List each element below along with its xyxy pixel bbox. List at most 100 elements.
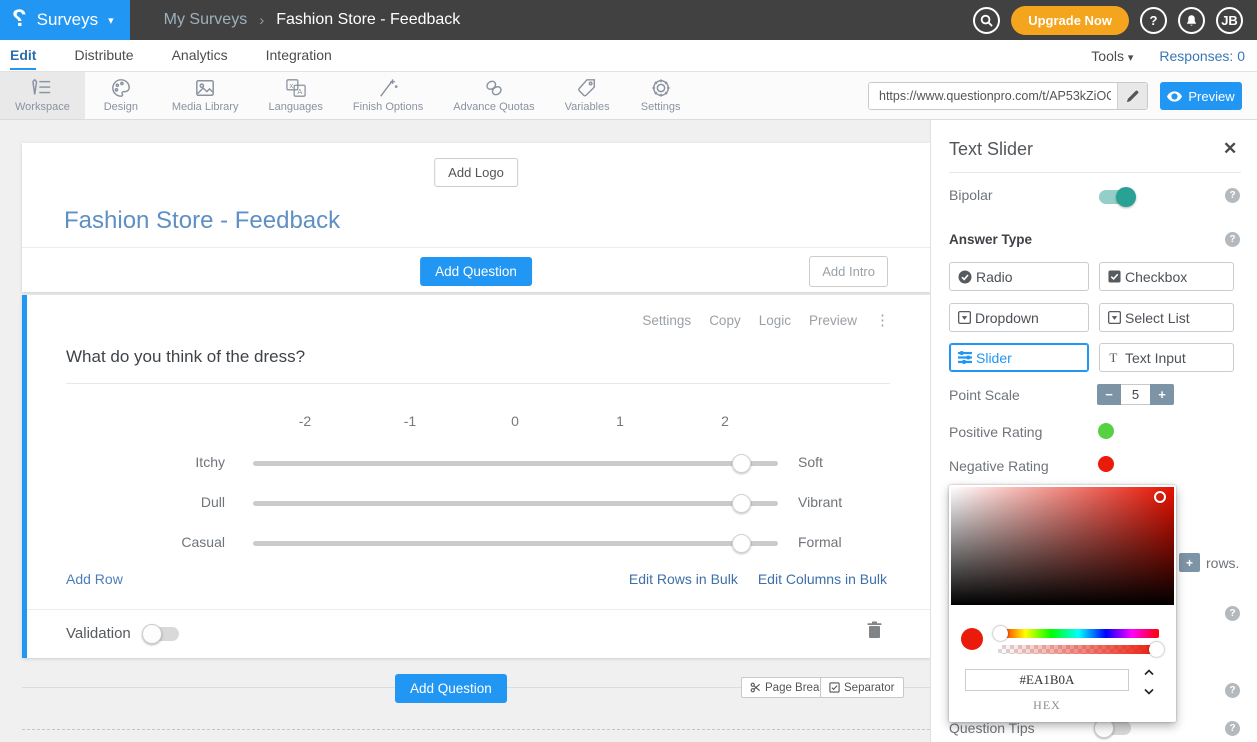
point-scale-stepper: − 5 + — [1097, 384, 1174, 405]
magic-wand-icon — [377, 78, 399, 98]
toolbar-item-label: Settings — [641, 101, 681, 113]
chevron-down-icon: ▾ — [1128, 52, 1134, 64]
preview-button[interactable]: Preview — [1160, 82, 1242, 110]
toolbar-item-media-library[interactable]: Media Library — [157, 72, 254, 119]
question-actions: Settings Copy Logic Preview ⋮ — [642, 313, 890, 328]
alpha-slider[interactable] — [998, 645, 1159, 654]
help-icon[interactable]: ? — [1225, 188, 1240, 203]
help-icon[interactable]: ? — [1225, 683, 1240, 698]
avatar[interactable]: JB — [1216, 7, 1243, 34]
answer-type-select-list[interactable]: Select List — [1099, 303, 1234, 332]
toolbar-item-languages[interactable]: xA Languages — [253, 72, 337, 119]
tools-menu[interactable]: Tools ▾ — [1091, 48, 1133, 64]
responses-count[interactable]: Responses: 0 — [1159, 48, 1245, 64]
hue-slider-handle[interactable] — [993, 626, 1008, 641]
survey-title[interactable]: Fashion Store - Feedback — [64, 207, 340, 235]
notifications-button[interactable] — [1178, 7, 1205, 34]
close-icon[interactable]: ✕ — [1223, 139, 1237, 159]
help-icon[interactable]: ? — [1225, 606, 1240, 621]
question-logic-link[interactable]: Logic — [759, 313, 791, 328]
answer-type-radio[interactable]: Radio — [949, 262, 1089, 291]
slider-track[interactable] — [253, 541, 778, 546]
validation-toggle[interactable] — [145, 627, 179, 641]
answer-type-text-input[interactable]: T Text Input — [1099, 343, 1234, 372]
toolbar-item-design[interactable]: Design — [85, 72, 157, 119]
toolbar-item-label: Advance Quotas — [453, 101, 534, 113]
question-settings-link[interactable]: Settings — [642, 313, 691, 328]
separator-button[interactable]: Separator — [820, 677, 904, 698]
question-tips-label: Question Tips — [949, 720, 1097, 736]
edit-rows-in-bulk-link[interactable]: Edit Rows in Bulk — [629, 571, 738, 587]
color-format-toggle[interactable] — [1141, 669, 1157, 695]
toolbar-item-workspace[interactable]: Workspace — [0, 72, 85, 119]
scale-label: 1 — [616, 413, 624, 429]
answer-type-label-text: Radio — [976, 269, 1013, 285]
question-text[interactable]: What do you think of the dress? — [66, 347, 305, 367]
slider-handle[interactable] — [732, 494, 751, 513]
positive-rating-label: Positive Rating — [949, 424, 1042, 440]
search-button[interactable] — [973, 7, 1000, 34]
help-button[interactable]: ? — [1140, 7, 1167, 34]
slider-track[interactable] — [253, 461, 778, 466]
toolbar-item-settings[interactable]: Settings — [625, 72, 697, 119]
tab-integration[interactable]: Integration — [266, 41, 332, 70]
hex-color-input[interactable] — [965, 669, 1129, 691]
question-preview-link[interactable]: Preview — [809, 313, 857, 328]
tab-distribute[interactable]: Distribute — [74, 41, 133, 70]
saturation-area[interactable] — [951, 487, 1174, 605]
help-icon[interactable]: ? — [1225, 232, 1240, 247]
bipolar-toggle[interactable] — [1099, 190, 1133, 204]
positive-rating-color-swatch[interactable] — [1098, 423, 1114, 439]
edit-url-button[interactable] — [1117, 83, 1147, 109]
question-tips-toggle[interactable] — [1097, 721, 1131, 735]
delete-question-button[interactable] — [867, 621, 882, 639]
saturation-cursor[interactable] — [1154, 491, 1166, 503]
add-logo-button[interactable]: Add Logo — [434, 158, 518, 187]
point-scale-value[interactable]: 5 — [1121, 384, 1150, 405]
divider — [949, 172, 1241, 173]
divider — [66, 383, 890, 384]
survey-nav: Edit Distribute Analytics Integration To… — [0, 40, 1257, 72]
answer-type-checkbox[interactable]: Checkbox — [1099, 262, 1234, 291]
answer-type-dropdown[interactable]: Dropdown — [949, 303, 1089, 332]
negative-rating-color-swatch[interactable] — [1098, 456, 1114, 472]
add-intro-button[interactable]: Add Intro — [809, 256, 888, 287]
question-copy-link[interactable]: Copy — [709, 313, 741, 328]
dropdown-icon — [958, 311, 971, 324]
toolbar-item-advance-quotas[interactable]: Advance Quotas — [438, 72, 549, 119]
increase-button[interactable]: + — [1150, 384, 1174, 405]
toolbar-item-label: Media Library — [172, 101, 239, 113]
product-switcher[interactable]: ? Surveys ▾ — [0, 0, 130, 40]
add-row-link[interactable]: Add Row — [66, 571, 123, 587]
survey-url-input[interactable] — [869, 83, 1117, 109]
gear-icon — [650, 78, 672, 98]
more-options-icon[interactable]: ⋮ — [875, 313, 890, 328]
add-rows-plus-button[interactable]: + — [1179, 553, 1200, 572]
hue-slider[interactable] — [998, 629, 1159, 638]
add-question-button-top[interactable]: Add Question — [420, 257, 532, 286]
svg-text:x: x — [289, 81, 293, 90]
divider — [22, 247, 930, 248]
slider-track[interactable] — [253, 501, 778, 506]
breadcrumb: My Surveys › Fashion Store - Feedback — [164, 11, 461, 29]
slider-row-casual-formal: Casual Formal — [27, 532, 930, 554]
question-card: Settings Copy Logic Preview ⋮ What do yo… — [22, 295, 930, 658]
decrease-button[interactable]: − — [1097, 384, 1121, 405]
help-icon[interactable]: ? — [1225, 721, 1240, 736]
slider-handle[interactable] — [732, 534, 751, 553]
toolbar-item-variables[interactable]: Variables — [550, 72, 625, 119]
upgrade-now-button[interactable]: Upgrade Now — [1011, 6, 1129, 35]
question-settings-panel: Text Slider ✕ Bipolar ? Answer Type ? Ra… — [930, 120, 1257, 742]
tab-edit[interactable]: Edit — [10, 41, 36, 70]
text-input-icon: T — [1108, 351, 1121, 364]
edit-columns-in-bulk-link[interactable]: Edit Columns in Bulk — [758, 571, 887, 587]
toolbar-item-finish-options[interactable]: Finish Options — [338, 72, 438, 119]
slider-handle[interactable] — [732, 454, 751, 473]
answer-type-label-text: Text Input — [1125, 350, 1186, 366]
breadcrumb-my-surveys[interactable]: My Surveys — [164, 11, 248, 29]
answer-type-slider[interactable]: Slider — [949, 343, 1089, 372]
tab-analytics[interactable]: Analytics — [172, 41, 228, 70]
alpha-slider-handle[interactable] — [1149, 642, 1164, 657]
chevron-down-icon — [1144, 688, 1154, 695]
add-question-button-bottom[interactable]: Add Question — [395, 674, 507, 703]
